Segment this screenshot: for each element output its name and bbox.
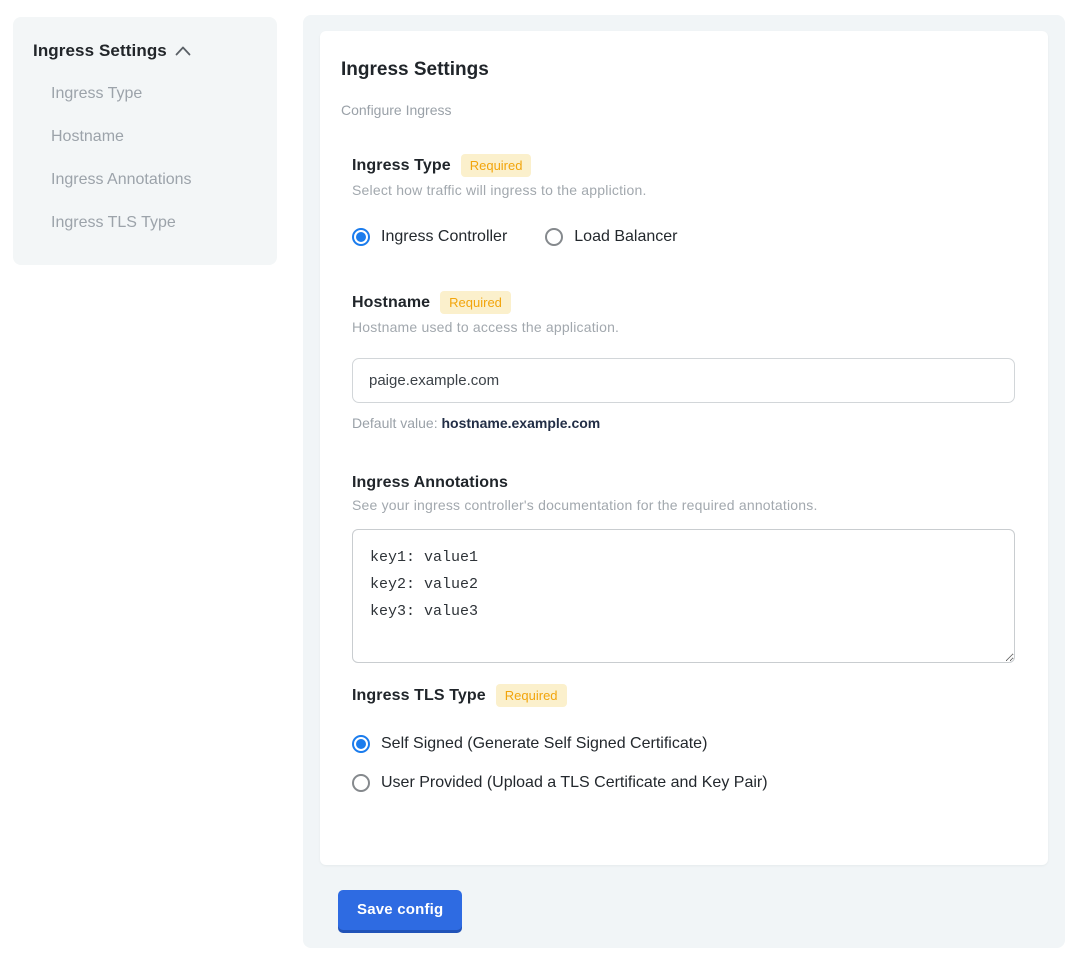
required-badge: Required — [461, 154, 532, 177]
radio-label: Load Balancer — [574, 228, 677, 246]
radio-label: User Provided (Upload a TLS Certificate … — [381, 774, 768, 792]
form-sections: Ingress Type Required Select how traffic… — [352, 154, 1015, 792]
help-text-annotations: See your ingress controller's documentat… — [352, 497, 1015, 513]
sidebar-item-list: Ingress Type Hostname Ingress Annotation… — [51, 85, 257, 232]
help-text-hostname: Hostname used to access the application. — [352, 319, 1015, 335]
radio-button-icon[interactable] — [352, 774, 370, 792]
section-heading-hostname: Hostname — [352, 294, 430, 312]
tls-type-radio-group: Self Signed (Generate Self Signed Certif… — [352, 735, 1015, 792]
section-heading-row: Ingress Annotations — [352, 474, 1015, 492]
page-title: Ingress Settings — [341, 59, 1015, 81]
settings-panel: Ingress Settings Configure Ingress Ingre… — [303, 15, 1065, 948]
radio-label: Ingress Controller — [381, 228, 507, 246]
sidebar-section-toggle[interactable]: Ingress Settings — [33, 41, 257, 61]
section-hostname: Hostname Required Hostname used to acces… — [352, 291, 1015, 431]
ingress-annotations-textarea[interactable]: key1: value1 key2: value2 key3: value3 — [352, 529, 1015, 663]
section-heading-row: Ingress TLS Type Required — [352, 684, 1015, 707]
sidebar-item-ingress-tls-type[interactable]: Ingress TLS Type — [51, 214, 257, 232]
section-heading-row: Hostname Required — [352, 291, 1015, 314]
radio-button-icon[interactable] — [352, 735, 370, 753]
settings-sidebar: Ingress Settings Ingress Type Hostname I… — [13, 17, 277, 265]
section-heading-tls: Ingress TLS Type — [352, 687, 486, 705]
radio-option-ingress-controller[interactable]: Ingress Controller — [352, 228, 507, 246]
sidebar-item-ingress-type[interactable]: Ingress Type — [51, 85, 257, 103]
page-subtitle: Configure Ingress — [341, 102, 1015, 118]
radio-button-icon[interactable] — [352, 228, 370, 246]
radio-label: Self Signed (Generate Self Signed Certif… — [381, 735, 707, 753]
section-ingress-type: Ingress Type Required Select how traffic… — [352, 154, 1015, 246]
hostname-input[interactable] — [352, 358, 1015, 403]
help-text-ingress-type: Select how traffic will ingress to the a… — [352, 182, 1015, 198]
section-ingress-tls-type: Ingress TLS Type Required Self Signed (G… — [352, 684, 1015, 792]
sidebar-item-hostname[interactable]: Hostname — [51, 128, 257, 146]
save-config-button[interactable]: Save config — [338, 890, 462, 930]
required-badge: Required — [496, 684, 567, 707]
radio-option-self-signed[interactable]: Self Signed (Generate Self Signed Certif… — [352, 735, 1015, 753]
ingress-settings-card: Ingress Settings Configure Ingress Ingre… — [320, 31, 1048, 865]
section-heading-annotations: Ingress Annotations — [352, 474, 508, 492]
radio-button-icon[interactable] — [545, 228, 563, 246]
ingress-type-radio-group: Ingress Controller Load Balancer — [352, 228, 1015, 246]
section-heading-ingress-type: Ingress Type — [352, 157, 451, 175]
sidebar-item-ingress-annotations[interactable]: Ingress Annotations — [51, 171, 257, 189]
default-value-prefix: Default value: — [352, 415, 438, 431]
section-ingress-annotations: Ingress Annotations See your ingress con… — [352, 474, 1015, 663]
hostname-default-line: Default value: hostname.example.com — [352, 415, 1015, 431]
chevron-up-icon — [175, 46, 191, 56]
section-heading-row: Ingress Type Required — [352, 154, 1015, 177]
required-badge: Required — [440, 291, 511, 314]
default-value-text: hostname.example.com — [442, 415, 601, 431]
radio-option-user-provided[interactable]: User Provided (Upload a TLS Certificate … — [352, 774, 1015, 792]
radio-option-load-balancer[interactable]: Load Balancer — [545, 228, 677, 246]
sidebar-section-title: Ingress Settings — [33, 41, 167, 61]
